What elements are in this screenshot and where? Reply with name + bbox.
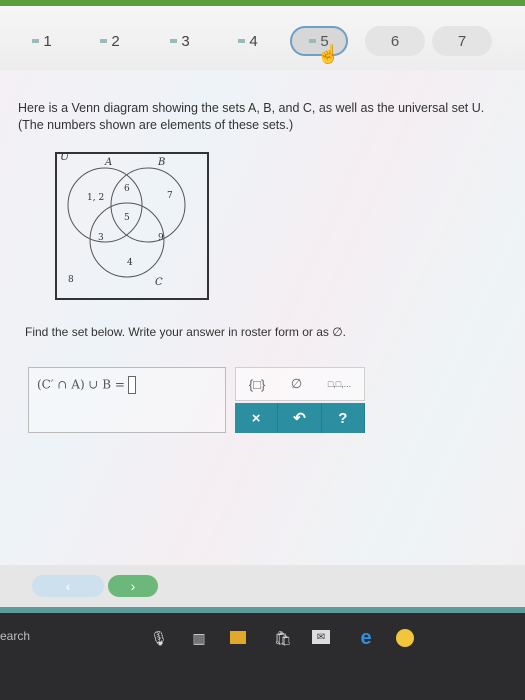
question-4-button[interactable]: 4 xyxy=(228,26,268,56)
element-a-b-c: 5 xyxy=(124,213,130,223)
question-2-button[interactable]: 2 xyxy=(90,26,130,56)
file-explorer-icon[interactable] xyxy=(230,631,246,644)
chrome-browser-icon[interactable] xyxy=(396,629,414,647)
label-c: C xyxy=(155,277,163,288)
element-a-c: 3 xyxy=(98,233,104,243)
microphone-icon[interactable]: 🎙 xyxy=(148,627,170,649)
windows-taskbar: earch 🎙 ▥ 🛍 ✉ e xyxy=(0,613,525,700)
math-toolbar: {□} ∅ □,□,... xyxy=(235,367,365,401)
instruction-text: Find the set below. Write your answer in… xyxy=(25,325,347,339)
question-3-button[interactable]: 3 xyxy=(160,26,200,56)
venn-diagram: U A B C 1, 2 6 7 5 3 9 4 8 xyxy=(55,152,209,300)
problem-area: Here is a Venn diagram showing the sets … xyxy=(0,70,525,575)
set-braces-button[interactable]: {□} xyxy=(249,377,266,392)
label-u: U xyxy=(60,152,70,163)
list-button[interactable]: □,□,... xyxy=(328,379,351,389)
help-button[interactable]: ? xyxy=(321,403,365,433)
answered-mark-icon xyxy=(309,39,317,43)
element-b-only: 7 xyxy=(167,191,173,201)
label-a: A xyxy=(104,157,112,168)
problem-prompt: Here is a Venn diagram showing the sets … xyxy=(18,100,518,134)
undo-button[interactable]: ↶ xyxy=(278,403,322,433)
answer-slot[interactable] xyxy=(128,376,136,394)
mail-icon[interactable]: ✉ xyxy=(312,630,330,644)
question-6-button[interactable]: 6 xyxy=(365,26,425,56)
element-a-b: 6 xyxy=(124,184,130,194)
store-icon[interactable]: 🛍 xyxy=(272,627,294,649)
answer-expression: (C′ ∩ A) ∪ B = xyxy=(37,376,136,394)
action-buttons: × ↶ ? xyxy=(235,403,365,433)
element-outside: 8 xyxy=(68,275,74,285)
taskbar-search[interactable]: earch xyxy=(0,629,30,643)
hand-pointer-icon: ☝ xyxy=(317,44,340,64)
answered-mark-icon xyxy=(32,39,40,43)
question-7-button[interactable]: 7 xyxy=(432,26,492,56)
edge-browser-icon[interactable]: e xyxy=(355,627,377,649)
label-b: B xyxy=(157,157,165,168)
task-view-icon[interactable]: ▥ xyxy=(188,627,210,649)
element-a-only: 1, 2 xyxy=(87,193,104,203)
question-1-button[interactable]: 1 xyxy=(22,26,62,56)
clear-button[interactable]: × xyxy=(235,403,279,433)
answered-mark-icon xyxy=(100,39,108,43)
prompt-line-2: (The numbers shown are elements of these… xyxy=(18,118,294,132)
next-button[interactable]: › xyxy=(108,575,158,597)
element-c-only: 4 xyxy=(127,258,133,268)
back-button[interactable]: ‹ xyxy=(32,575,104,597)
answered-mark-icon xyxy=(238,39,246,43)
prompt-line-1: Here is a Venn diagram showing the sets … xyxy=(18,101,485,115)
empty-set-button[interactable]: ∅ xyxy=(291,376,302,392)
answer-input[interactable]: (C′ ∩ A) ∪ B = xyxy=(28,367,226,433)
question-navigation: 1 2 3 4 5 6 7 xyxy=(0,6,525,70)
answered-mark-icon xyxy=(170,39,178,43)
circle-b xyxy=(110,167,186,243)
circle-a xyxy=(67,167,143,243)
element-b-c: 9 xyxy=(158,233,164,243)
